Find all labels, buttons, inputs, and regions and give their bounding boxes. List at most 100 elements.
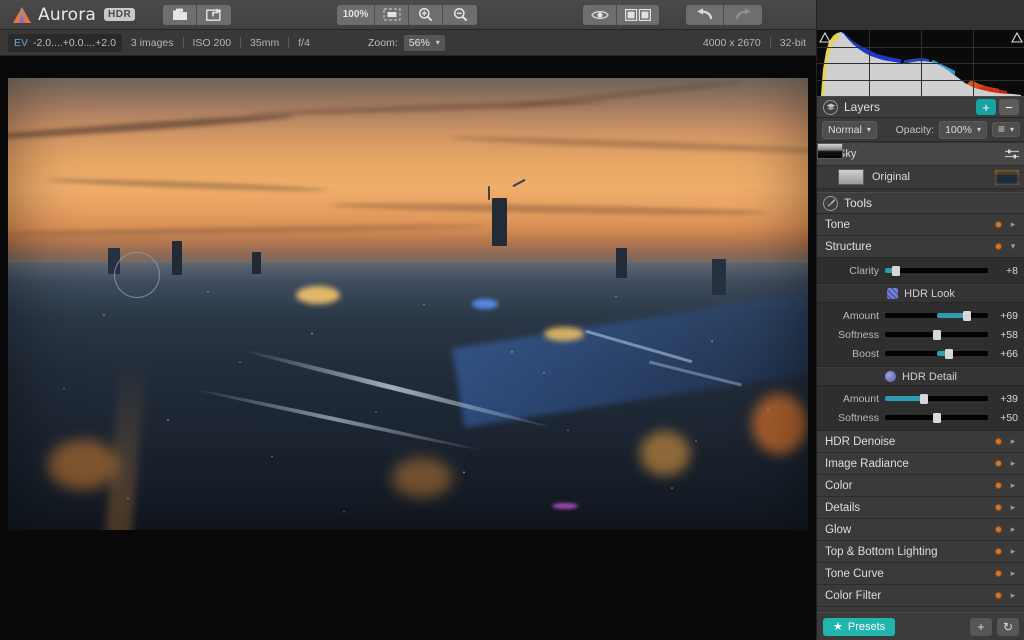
tool-section-color[interactable]: Color ▸	[817, 475, 1024, 497]
tool-section-label: HDR Denoise	[825, 436, 995, 448]
section-enabled-dot-icon[interactable]	[995, 482, 1002, 489]
section-enabled-dot-icon[interactable]	[995, 221, 1002, 228]
split-view-icon	[625, 9, 651, 21]
tools-panel-header[interactable]: Tools	[817, 192, 1024, 214]
chevron-right-icon: ▸	[1009, 524, 1017, 535]
slider-hdr-look-boost[interactable]: Boost +66	[817, 344, 1024, 363]
blend-controls-row: Normal ▾ Opacity: 100% ▾ ≡ ▾	[817, 118, 1024, 142]
open-image-button[interactable]	[163, 5, 197, 25]
magnifier-minus-icon	[453, 7, 468, 22]
chevron-right-icon: ▸	[1009, 436, 1017, 447]
opacity-select[interactable]: 100% ▾	[939, 121, 987, 139]
layer-adjustments-icon[interactable]	[1005, 149, 1019, 159]
slider-track[interactable]	[885, 396, 988, 401]
section-enabled-dot-icon[interactable]	[995, 592, 1002, 599]
tool-section-label: Structure	[825, 241, 995, 253]
tool-section-color-filter[interactable]: Color Filter ▸	[817, 585, 1024, 607]
app-title: Aurora	[38, 5, 96, 25]
slider-track[interactable]	[885, 415, 988, 420]
slider-hdr-look-amount[interactable]: Amount +69	[817, 306, 1024, 325]
section-enabled-dot-icon[interactable]	[995, 243, 1002, 250]
view-button-group	[583, 5, 659, 25]
chevron-down-icon: ▾	[1009, 241, 1017, 252]
add-preset-button[interactable]: +	[970, 618, 992, 636]
redo-button[interactable]	[724, 5, 762, 25]
section-enabled-dot-icon[interactable]	[995, 438, 1002, 445]
preview-toggle-button[interactable]	[583, 5, 617, 25]
shadow-clipping-triangle-icon[interactable]	[819, 32, 831, 43]
tool-section-structure[interactable]: Structure ▾	[817, 236, 1024, 258]
image-canvas[interactable]	[0, 56, 816, 640]
chevron-right-icon: ▸	[1009, 502, 1017, 513]
image-dimensions-group: 4000 x 2670 32-bit	[703, 37, 806, 49]
tool-section-top-bottom-lighting[interactable]: Top & Bottom Lighting ▸	[817, 541, 1024, 563]
zoom-out-button[interactable]	[443, 5, 477, 25]
history-button-group	[686, 5, 762, 25]
presets-button[interactable]: ★ Presets	[823, 618, 895, 636]
slider-clarity[interactable]: Clarity +8	[817, 261, 1024, 280]
tool-section-tone-curve[interactable]: Tone Curve ▸	[817, 563, 1024, 585]
section-enabled-dot-icon[interactable]	[995, 460, 1002, 467]
blend-mode-select[interactable]: Normal ▾	[822, 121, 877, 139]
hdr-detail-icon	[885, 371, 896, 382]
tool-section-image-radiance[interactable]: Image Radiance ▸	[817, 453, 1024, 475]
slider-label: Clarity	[817, 265, 879, 277]
zoom-select[interactable]: 56% ▾	[404, 35, 445, 51]
tool-section-details[interactable]: Details ▸	[817, 497, 1024, 519]
hdr-detail-controls: Amount +39 Softness +50	[817, 386, 1024, 431]
layers-list: Sky Original	[817, 143, 1024, 189]
section-enabled-dot-icon[interactable]	[995, 526, 1002, 533]
slider-track[interactable]	[885, 332, 988, 337]
section-enabled-dot-icon[interactable]	[995, 570, 1002, 577]
structure-controls: Clarity +8	[817, 258, 1024, 284]
image-bit-depth: 32-bit	[780, 37, 806, 49]
slider-track[interactable]	[885, 268, 988, 273]
hdr-detail-label: HDR Detail	[902, 371, 957, 383]
slider-hdr-detail-softness[interactable]: Softness +50	[817, 408, 1024, 427]
tool-section-hdr-denoise[interactable]: HDR Denoise ▸	[817, 431, 1024, 453]
highlight-clipping-triangle-icon[interactable]	[1011, 32, 1023, 43]
share-export-icon	[206, 8, 222, 21]
zoom-label: Zoom:	[368, 37, 398, 49]
aperture-value: f/4	[289, 37, 319, 49]
layer-thumbnail	[838, 169, 864, 185]
aurora-hdr-window: Aurora HDR	[0, 0, 1024, 640]
slider-label: Softness	[817, 329, 879, 341]
add-layer-button[interactable]: +	[976, 99, 996, 115]
zoom-value: 56%	[409, 37, 430, 49]
layer-row-sky[interactable]: Sky	[817, 143, 1024, 166]
histogram-grid	[817, 30, 1024, 96]
tool-section-label: Color Filter	[825, 590, 995, 602]
sync-presets-button[interactable]: ↻	[997, 618, 1019, 636]
slider-track[interactable]	[885, 313, 988, 318]
tool-section-glow[interactable]: Glow ▸	[817, 519, 1024, 541]
slider-hdr-look-softness[interactable]: Softness +58	[817, 325, 1024, 344]
slider-hdr-detail-amount[interactable]: Amount +39	[817, 389, 1024, 408]
layer-name: Sky	[838, 148, 1005, 160]
tool-section-tone[interactable]: Tone ▸	[817, 214, 1024, 236]
section-enabled-dot-icon[interactable]	[995, 504, 1002, 511]
zoom-100-button[interactable]: 100%	[337, 5, 375, 25]
undo-button[interactable]	[686, 5, 724, 25]
image-dimensions: 4000 x 2670	[703, 37, 761, 49]
file-button-group	[163, 5, 231, 25]
tool-section-label: Glow	[825, 524, 995, 536]
fit-screen-icon	[383, 8, 401, 21]
layer-visibility-toggle[interactable]	[823, 173, 832, 182]
compare-split-button[interactable]	[617, 5, 659, 25]
section-enabled-dot-icon[interactable]	[995, 548, 1002, 555]
fit-to-screen-button[interactable]	[375, 5, 409, 25]
layers-panel-header[interactable]: Layers + −	[817, 96, 1024, 118]
hdr-look-header: HDR Look	[817, 284, 1024, 303]
image-info-bar: EV -2.0....+0.0....+2.0 3 images ISO 200…	[0, 30, 816, 56]
chevron-down-icon: ▾	[977, 125, 981, 134]
slider-track[interactable]	[885, 351, 988, 356]
export-image-button[interactable]	[197, 5, 231, 25]
presets-bottom-bar: ★ Presets + ↻	[817, 612, 1024, 640]
layer-menu-button[interactable]: ≡ ▾	[992, 122, 1020, 137]
zoom-in-button[interactable]	[409, 5, 443, 25]
layer-row-original[interactable]: Original	[817, 166, 1024, 189]
remove-layer-button[interactable]: −	[999, 99, 1019, 115]
slider-value: +39	[994, 393, 1018, 405]
histogram-display[interactable]	[817, 30, 1024, 96]
